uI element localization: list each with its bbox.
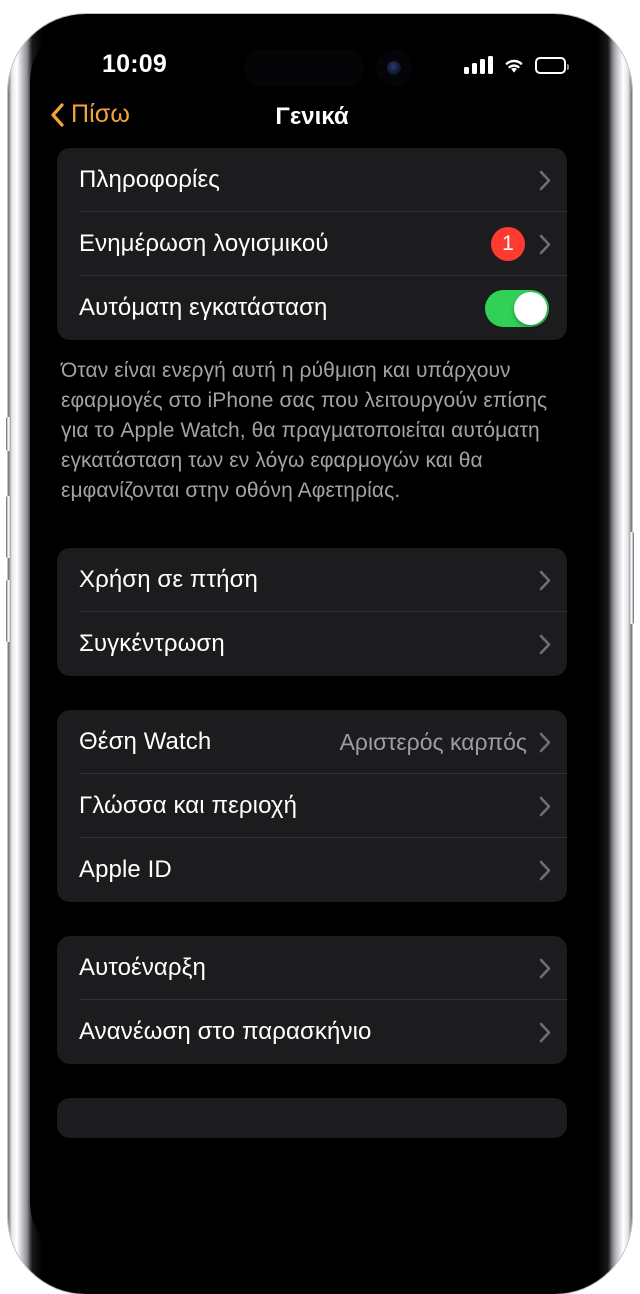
settings-row[interactable]: Γλώσσα και περιοχή — [57, 774, 567, 838]
settings-row-label: Πληροφορίες — [79, 166, 220, 193]
chevron-right-icon — [539, 732, 551, 753]
settings-row-label: Αυτοέναρξη — [79, 954, 206, 981]
settings-row-label: Ενημέρωση λογισμικού — [79, 230, 329, 257]
wifi-icon — [502, 56, 526, 74]
notification-badge: 1 — [491, 227, 525, 261]
volume-up-button[interactable] — [6, 496, 11, 558]
chevron-right-icon — [539, 1022, 551, 1043]
settings-row[interactable]: Apple ID — [57, 838, 567, 902]
chevron-right-icon — [539, 634, 551, 655]
status-time: 10:09 — [102, 50, 167, 78]
navigation-bar: Πίσω Γενικά — [36, 92, 588, 148]
cellular-bars-icon — [464, 56, 493, 74]
power-button[interactable] — [629, 532, 634, 624]
chevron-right-icon — [539, 170, 551, 191]
battery-icon — [535, 57, 569, 74]
settings-row[interactable]: Ενημέρωση λογισμικού 1 — [57, 212, 567, 276]
settings-row-label: Apple ID — [79, 856, 172, 883]
page-title: Γενικά — [275, 103, 349, 130]
settings-row-label: Θέση Watch — [79, 728, 212, 755]
settings-row[interactable]: Θέση Watch Αριστερός καρπός — [57, 710, 567, 774]
chevron-right-icon — [539, 958, 551, 979]
chevron-right-icon — [539, 234, 551, 255]
action-button[interactable] — [6, 417, 11, 451]
settings-group-partial[interactable] — [57, 1098, 567, 1138]
settings-row[interactable]: Πληροφορίες — [57, 148, 567, 212]
toggle-knob — [514, 291, 547, 325]
volume-down-button[interactable] — [6, 580, 11, 642]
settings-row[interactable]: Αυτοέναρξη — [57, 936, 567, 1000]
chevron-right-icon — [539, 570, 551, 591]
settings-row[interactable]: Αυτόματη εγκατάσταση — [57, 276, 567, 340]
chevron-right-icon — [539, 796, 551, 817]
chevron-right-icon — [539, 860, 551, 881]
settings-group: Αυτοέναρξη Ανανέωση στο παρασκήνιο — [57, 936, 567, 1064]
settings-row-label: Αυτόματη εγκατάσταση — [79, 294, 328, 321]
settings-row[interactable]: Ανανέωση στο παρασκήνιο — [57, 1000, 567, 1064]
iphone-device: 10:09 Πίσω Γενικά Πληροφορίες Ενημέρωση … — [0, 0, 640, 1294]
settings-row-label: Συγκέντρωση — [79, 630, 225, 657]
screen: 10:09 Πίσω Γενικά Πληροφορίες Ενημέρωση … — [36, 28, 588, 1258]
settings-group: Χρήση σε πτήση Συγκέντρωση — [57, 548, 567, 676]
settings-row-label: Γλώσσα και περιοχή — [79, 792, 298, 819]
toggle-switch[interactable] — [485, 289, 549, 327]
settings-list[interactable]: Πληροφορίες Ενημέρωση λογισμικού 1 Αυτόματη… — [36, 148, 588, 1258]
settings-group: Πληροφορίες Ενημέρωση λογισμικού 1 Αυτόματη… — [57, 148, 567, 340]
settings-group: Θέση Watch Αριστερός καρπός Γλώσσα και περ… — [57, 710, 567, 902]
dynamic-island — [244, 50, 364, 86]
status-bar: 10:09 — [36, 28, 588, 92]
status-icons — [464, 52, 569, 74]
settings-row-value: Αριστερός καρπός — [339, 728, 527, 755]
settings-row[interactable]: Συγκέντρωση — [57, 612, 567, 676]
group-footer-text: Όταν είναι ενεργή αυτή η ρύθμιση και υπά… — [61, 359, 548, 502]
settings-row[interactable]: Χρήση σε πτήση — [57, 548, 567, 612]
front-camera-icon — [376, 50, 412, 86]
settings-row-label: Χρήση σε πτήση — [79, 566, 258, 593]
settings-row-label: Ανανέωση στο παρασκήνιο — [79, 1018, 372, 1045]
